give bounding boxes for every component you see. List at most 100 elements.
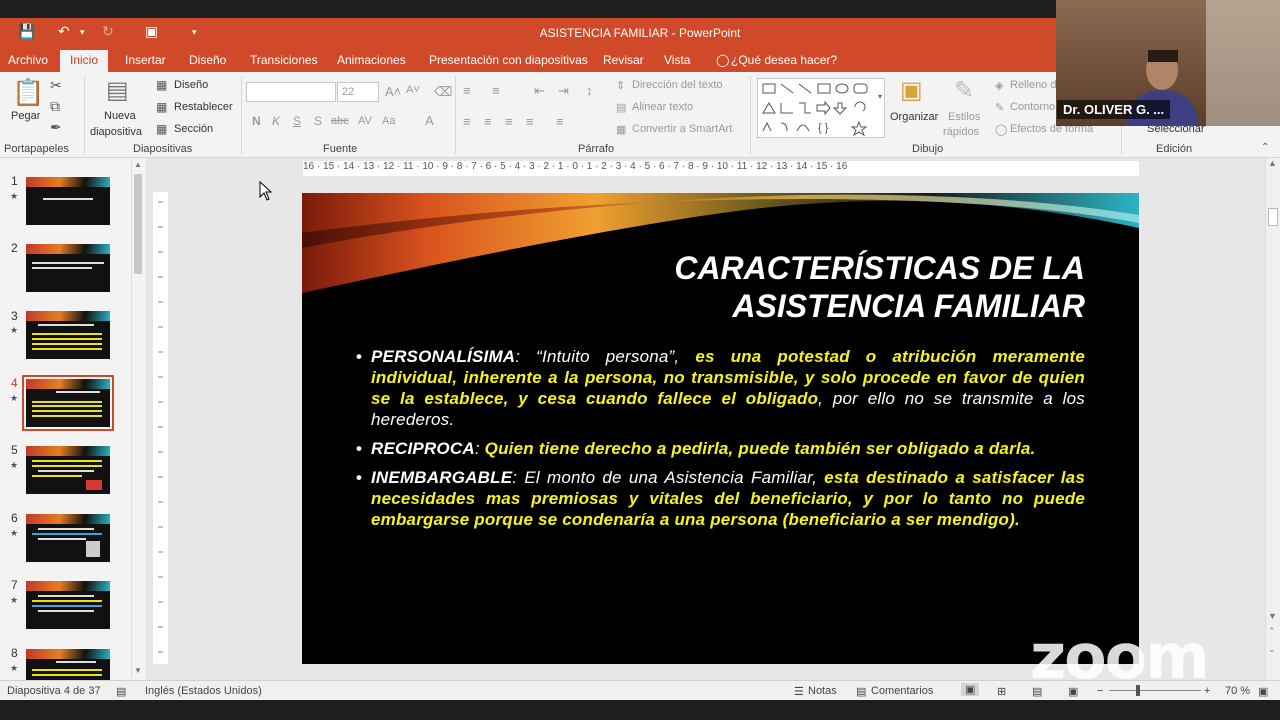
tab-animaciones[interactable]: Animaciones bbox=[337, 53, 406, 67]
section-button[interactable]: Sección bbox=[174, 123, 213, 135]
smartart-icon: ▦ bbox=[616, 124, 627, 136]
copy-icon[interactable]: ⧉ bbox=[50, 99, 60, 113]
tab-revisar[interactable]: Revisar bbox=[603, 53, 644, 67]
notes-button[interactable]: Notas bbox=[808, 685, 837, 697]
zoom-percentage[interactable]: 70 % bbox=[1225, 685, 1250, 697]
fit-to-window-icon[interactable]: ▣ bbox=[1258, 685, 1268, 698]
strikethrough-icon[interactable]: abc bbox=[331, 115, 349, 127]
tab-insertar[interactable]: Insertar bbox=[125, 53, 166, 67]
shrink-font-icon[interactable]: A˅ bbox=[406, 84, 420, 96]
shapes-gallery-icons: { } bbox=[762, 83, 868, 137]
align-right-icon[interactable]: ≡ bbox=[505, 114, 513, 129]
bullet-text: : El monto de una Asistencia Familiar, bbox=[512, 468, 825, 487]
fill-icon: ◈ bbox=[995, 80, 1004, 92]
spacing-icon[interactable]: AV bbox=[358, 115, 372, 127]
gallery-more-icon[interactable]: ▾ bbox=[878, 92, 882, 101]
animation-star-icon: ★ bbox=[10, 528, 19, 538]
tab-vista[interactable]: Vista bbox=[664, 53, 690, 67]
paste-button[interactable]: Pegar bbox=[11, 110, 40, 122]
new-slide-icon[interactable]: ▤ bbox=[106, 78, 129, 104]
next-slide-icon[interactable]: ⌄ bbox=[1268, 644, 1276, 655]
paste-icon[interactable]: 📋 bbox=[12, 78, 44, 106]
new-slide-label-2[interactable]: diapositiva bbox=[90, 126, 142, 138]
tab-diseno[interactable]: Diseño bbox=[189, 53, 226, 67]
italic-icon[interactable]: K bbox=[272, 114, 280, 128]
tell-me-search[interactable]: ¿Qué desea hacer? bbox=[731, 53, 837, 67]
tab-presentacion[interactable]: Presentación con diapositivas bbox=[429, 53, 588, 67]
animation-star-icon: ★ bbox=[10, 460, 19, 470]
previous-slide-icon[interactable]: ⌃ bbox=[1268, 626, 1276, 637]
normal-view-icon[interactable]: ▣ bbox=[961, 683, 980, 696]
underline-icon[interactable]: S bbox=[293, 114, 301, 128]
font-size-input[interactable]: 22 bbox=[337, 82, 379, 102]
scroll-up-icon[interactable]: ▲ bbox=[1268, 158, 1277, 168]
quick-styles-button[interactable]: Estilos bbox=[948, 111, 980, 123]
bold-icon[interactable]: N bbox=[252, 114, 261, 128]
slide-sorter-icon[interactable]: ⊞ bbox=[997, 685, 1006, 698]
scroll-down-icon[interactable]: ▼ bbox=[134, 666, 142, 675]
tab-inicio[interactable]: Inicio bbox=[60, 50, 109, 72]
justify-icon[interactable]: ≡ bbox=[526, 114, 534, 129]
columns-icon[interactable]: ≡ bbox=[556, 114, 564, 129]
layout-button[interactable]: Diseño bbox=[174, 79, 208, 91]
clear-format-icon[interactable]: ⌫ bbox=[434, 84, 452, 100]
new-slide-label[interactable]: Nueva bbox=[104, 110, 136, 122]
thumbnails-scrollbar[interactable]: ▲ ▼ bbox=[131, 160, 144, 678]
format-painter-icon[interactable]: ✒ bbox=[50, 120, 62, 134]
scrollbar-thumb[interactable] bbox=[134, 174, 142, 274]
effects-icon: ◯ bbox=[995, 124, 1008, 136]
scroll-down-icon[interactable]: ▼ bbox=[1268, 611, 1277, 621]
scroll-up-icon[interactable]: ▲ bbox=[134, 160, 142, 169]
slide-title[interactable]: CARACTERÍSTICAS DE LA ASISTENCIA FAMILIA… bbox=[674, 249, 1085, 325]
align-text-button[interactable]: Alinear texto bbox=[632, 101, 693, 113]
case-icon[interactable]: Aa bbox=[382, 115, 395, 127]
arrange-button[interactable]: Organizar bbox=[890, 111, 938, 123]
font-name-input[interactable] bbox=[246, 82, 336, 102]
text-direction-button[interactable]: Dirección del texto bbox=[632, 79, 723, 91]
slide-thumbnail-7[interactable] bbox=[26, 581, 110, 629]
tab-transiciones[interactable]: Transiciones bbox=[250, 53, 318, 67]
slide-canvas[interactable]: CARACTERÍSTICAS DE LA ASISTENCIA FAMILIA… bbox=[302, 193, 1139, 664]
tab-archivo[interactable]: Archivo bbox=[8, 53, 48, 67]
vertical-ruler bbox=[153, 192, 168, 664]
spellcheck-icon[interactable]: ▤ bbox=[116, 685, 126, 698]
bullets-icon[interactable]: ≡ bbox=[463, 83, 471, 98]
scrollbar-thumb[interactable] bbox=[1268, 208, 1278, 226]
arrange-icon[interactable]: ▣ bbox=[900, 78, 923, 104]
section-icon: ▦ bbox=[156, 122, 168, 136]
slide-title-line-2: ASISTENCIA FAMILIAR bbox=[732, 288, 1085, 324]
numbering-icon[interactable]: ≡ bbox=[492, 83, 500, 98]
shapes-gallery[interactable]: { } bbox=[757, 78, 885, 138]
animation-star-icon: ★ bbox=[10, 325, 19, 335]
group-label-parrafo: Párrafo bbox=[578, 143, 615, 155]
slide-thumbnail-2[interactable] bbox=[26, 244, 110, 292]
collapse-ribbon-icon[interactable]: ⌃ bbox=[1261, 142, 1269, 153]
grow-font-icon[interactable]: A˄ bbox=[385, 84, 401, 99]
slide-thumbnail-3[interactable] bbox=[26, 311, 110, 359]
decrease-indent-icon[interactable]: ⇤ bbox=[534, 83, 545, 99]
quick-styles-label-2[interactable]: rápidos bbox=[943, 126, 979, 138]
quick-styles-icon[interactable]: ✎ bbox=[954, 78, 974, 104]
slide-thumbnail-4-selected[interactable] bbox=[22, 375, 114, 431]
editor-scrollbar[interactable]: ▲ ▼ ⌃ ⌄ bbox=[1265, 158, 1280, 680]
smartart-button[interactable]: Convertir a SmartArt bbox=[632, 123, 732, 135]
align-left-icon[interactable]: ≡ bbox=[463, 114, 471, 129]
slide-body-text[interactable]: PERSONALÍSIMA: “Intuito persona”, es una… bbox=[356, 346, 1085, 538]
cut-icon[interactable]: ✂ bbox=[50, 78, 62, 92]
reset-button[interactable]: Restablecer bbox=[174, 101, 233, 113]
slide-thumbnail-5[interactable] bbox=[26, 446, 110, 494]
line-spacing-icon[interactable]: ↕ bbox=[586, 83, 593, 98]
font-color-icon[interactable]: A bbox=[425, 113, 434, 128]
shape-outline-button[interactable]: Contorno bbox=[1010, 101, 1055, 113]
shadow-icon[interactable]: S bbox=[314, 114, 322, 128]
lightbulb-icon: ◯ bbox=[716, 53, 730, 67]
shape-fill-button[interactable]: Relleno d bbox=[1010, 79, 1056, 91]
slide-thumbnail-1[interactable] bbox=[26, 177, 110, 225]
slide-thumbnail-8[interactable] bbox=[26, 649, 110, 680]
increase-indent-icon[interactable]: ⇥ bbox=[558, 83, 569, 99]
language-indicator[interactable]: Inglés (Estados Unidos) bbox=[145, 685, 262, 697]
comments-button[interactable]: Comentarios bbox=[871, 685, 933, 697]
align-center-icon[interactable]: ≡ bbox=[484, 114, 492, 129]
slide-thumbnail-6[interactable] bbox=[26, 514, 110, 562]
thumb-number: 5 bbox=[11, 443, 18, 457]
